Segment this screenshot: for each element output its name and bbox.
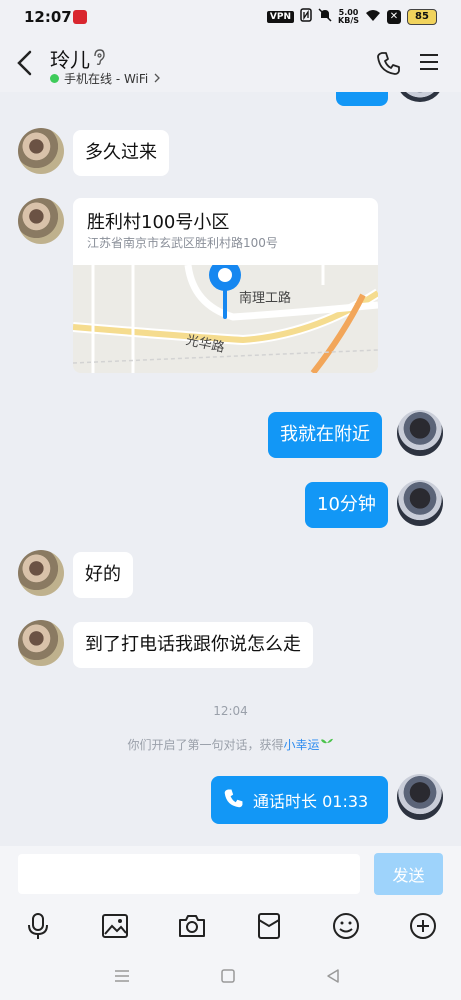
camera-icon[interactable] <box>172 906 212 946</box>
input-toolbar <box>0 906 461 946</box>
chat-header: 玲儿 手机在线 - WiFi <box>0 34 461 92</box>
back-button[interactable] <box>14 48 36 78</box>
online-status[interactable]: 手机在线 - WiFi <box>50 70 161 87</box>
map-preview: 南理工路 光华路 <box>73 259 378 373</box>
speed-unit: KB/S <box>338 15 359 25</box>
location-card[interactable]: 胜利村100号小区 江苏省南京市玄武区胜利村路100号 南理工路 光华路 <box>73 198 378 373</box>
mute-icon <box>318 8 332 25</box>
back-nav-icon[interactable] <box>318 964 348 988</box>
phone-icon <box>223 787 245 813</box>
contact-name[interactable]: 玲儿 <box>50 44 90 73</box>
system-notice-text: 你们开启了第一句对话，获得 <box>127 738 284 752</box>
input-panel: 发送 <box>0 846 461 1000</box>
location-address: 江苏省南京市玄武区胜利村路100号 <box>87 236 278 250</box>
wifi-icon <box>365 9 381 25</box>
sprout-icon <box>320 738 334 752</box>
call-record-bubble[interactable]: 通话时长 01:33 <box>211 776 388 824</box>
my-avatar[interactable] <box>397 480 443 526</box>
app-notification-icon <box>73 10 87 24</box>
red-packet-icon[interactable] <box>249 906 289 946</box>
vpn-badge: VPN <box>266 10 295 23</box>
emoji-icon[interactable] <box>326 906 366 946</box>
my-avatar[interactable] <box>397 774 443 820</box>
nfc-icon <box>300 8 312 25</box>
system-timestamp: 12:04 <box>213 704 248 718</box>
home-nav-icon[interactable] <box>213 964 243 988</box>
contact-avatar[interactable] <box>18 198 64 244</box>
status-icons: VPN 5.00 KB/S ✕ 85 <box>266 8 437 25</box>
chevron-right-icon <box>153 72 161 86</box>
image-icon[interactable] <box>95 906 135 946</box>
network-speed: 5.00 KB/S <box>338 8 359 25</box>
battery-indicator: 85 <box>407 8 437 25</box>
message-bubble[interactable]: 10分钟 <box>305 482 388 528</box>
call-duration-text: 通话时长 01:33 <box>253 792 369 811</box>
send-button[interactable]: 发送 <box>374 853 443 895</box>
menu-nav-icon[interactable] <box>107 964 137 988</box>
location-title: 胜利村100号小区 <box>87 212 230 233</box>
system-notice: 你们开启了第一句对话，获得小幸运 <box>0 736 461 753</box>
message-bubble[interactable]: 到了打电话我跟你说怎么走 <box>73 622 313 668</box>
message-input[interactable] <box>18 854 360 894</box>
plus-icon[interactable] <box>403 906 443 946</box>
voice-call-button[interactable] <box>376 50 402 80</box>
sim-icon: ✕ <box>387 9 401 24</box>
online-dot-icon <box>50 74 59 83</box>
contact-avatar[interactable] <box>18 550 64 596</box>
system-nav-bar <box>0 954 461 1000</box>
previous-message-bubble[interactable] <box>336 92 388 106</box>
my-avatar[interactable] <box>397 410 443 456</box>
map-road-label: 南理工路 <box>239 291 292 306</box>
status-bar: 12:07 VPN 5.00 KB/S ✕ 85 <box>0 0 461 34</box>
ear-icon[interactable] <box>92 48 106 70</box>
lucky-link[interactable]: 小幸运 <box>284 738 320 752</box>
contact-avatar[interactable] <box>18 128 64 174</box>
status-time: 12:07 <box>24 8 72 26</box>
message-bubble[interactable]: 好的 <box>73 552 133 598</box>
microphone-icon[interactable] <box>18 906 58 946</box>
contact-avatar[interactable] <box>18 620 64 666</box>
message-bubble[interactable]: 我就在附近 <box>268 412 382 458</box>
online-status-text: 手机在线 - WiFi <box>64 72 149 86</box>
menu-button[interactable] <box>418 52 440 76</box>
message-bubble[interactable]: 多久过来 <box>73 130 169 176</box>
